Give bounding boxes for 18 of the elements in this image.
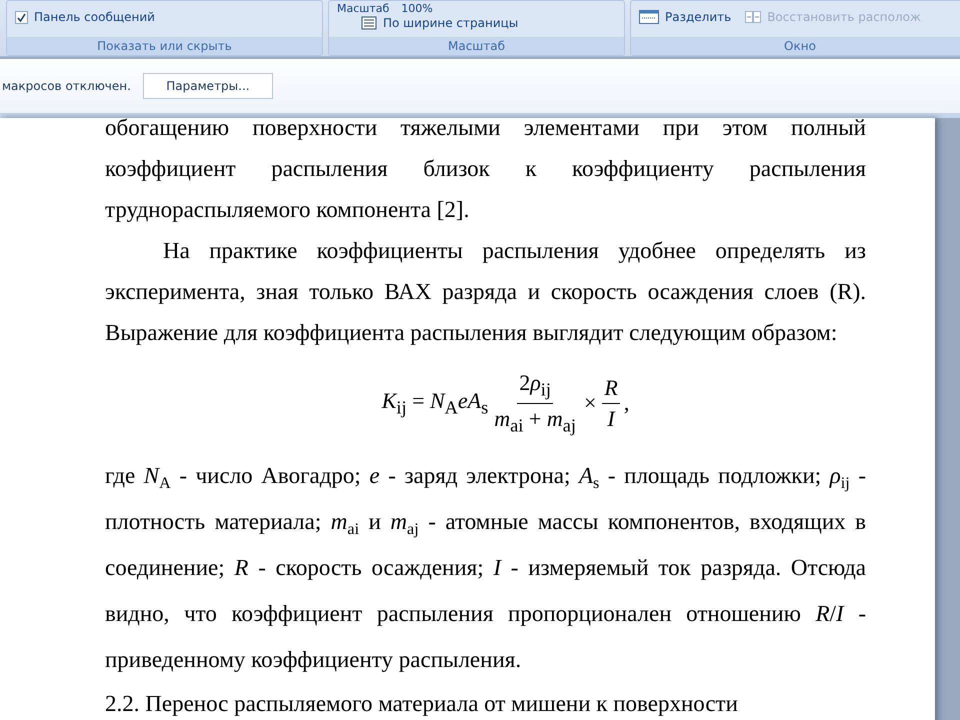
window-restore-icon — [745, 10, 762, 24]
checkbox[interactable] — [15, 10, 28, 24]
group-label: Показать или скрыть — [7, 37, 322, 55]
zoom-label: Масштаб — [337, 2, 390, 15]
group-label: Окно — [631, 37, 960, 55]
message-text: макросов отключен. — [2, 79, 131, 93]
paragraph: обогащению поверхности тяжелыми элементами при этом полный коэффициент распыления близок к коэффициенту распыления труднораспыляемого компонента [2]. — [105, 118, 866, 224]
paragraph: где N$_{A}$ - число Авогадро; e - заряд электрона; A$_{s}$ - площадь подложки; ρ$_{ij}$ - плотность материала; m$_{ai}$ и m$_{aj}$ - атомные массы компонентов, входящих в соединение; R - скорость осаждения; I - измеряемый ток разряда. Отсюда видно, что коэффициент распыления пропорционален отношению R/I - приведенному коэффициенту распыления. — [105, 462, 866, 674]
paragraph: На практике коэффициенты распыления удобнее определять из эксперимента, зная только ВАХ разряда и скорость осаждения слоев (R). Выражение для коэффициента распыления выглядит следующим образом: — [105, 237, 866, 347]
zoom-value: 100% — [401, 2, 433, 15]
checkbox-item[interactable]: Панель сообщений — [15, 10, 155, 24]
ribbon-button[interactable]: Разделить — [639, 10, 732, 24]
options-button[interactable]: Параметры... — [142, 73, 273, 99]
page-width-icon — [361, 16, 377, 30]
group-label: Масштаб — [329, 37, 624, 55]
ribbon-button[interactable]: По ширине страницы — [361, 16, 518, 30]
window-split-icon — [639, 10, 659, 24]
paragraph: 2.2. Перенос распыляемого материала от мишени к поверхности — [105, 690, 739, 718]
